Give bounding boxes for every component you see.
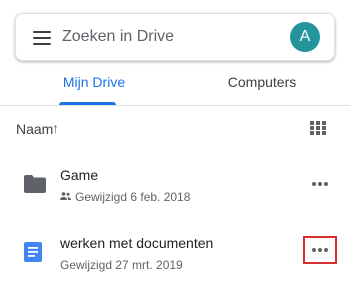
file-name: werken met documenten: [60, 235, 214, 251]
file-modified-date: Gewijzigd 27 mrt. 2019: [60, 258, 183, 272]
file-row-game[interactable]: Game Gewijzigd 6 feb. 2018: [0, 155, 350, 215]
folder-icon: [24, 175, 46, 193]
shared-people-icon: [60, 192, 71, 200]
more-options-button[interactable]: [303, 171, 337, 197]
sort-by-name-button[interactable]: Naam: [16, 121, 53, 137]
more-options-button-highlighted[interactable]: [303, 236, 337, 264]
grid-view-icon[interactable]: [310, 121, 326, 135]
sort-row: Naam ↑: [0, 106, 350, 150]
file-row-werken-met-documenten[interactable]: werken met documenten Gewijzigd 27 mrt. …: [0, 225, 350, 285]
hamburger-menu-icon[interactable]: [33, 31, 51, 45]
file-name: Game: [60, 167, 99, 183]
account-avatar[interactable]: A: [290, 22, 320, 52]
tab-my-drive[interactable]: Mijn Drive: [44, 61, 144, 105]
search-input[interactable]: Zoeken in Drive: [62, 28, 174, 46]
sort-arrow-up-icon[interactable]: ↑: [52, 120, 59, 136]
file-modified-date: Gewijzigd 6 feb. 2018: [75, 190, 191, 204]
search-bar[interactable]: Zoeken in Drive A: [15, 13, 335, 61]
drive-tabs: Mijn Drive Computers: [0, 61, 350, 105]
google-docs-icon: [24, 242, 42, 262]
tab-computers[interactable]: Computers: [212, 61, 312, 105]
